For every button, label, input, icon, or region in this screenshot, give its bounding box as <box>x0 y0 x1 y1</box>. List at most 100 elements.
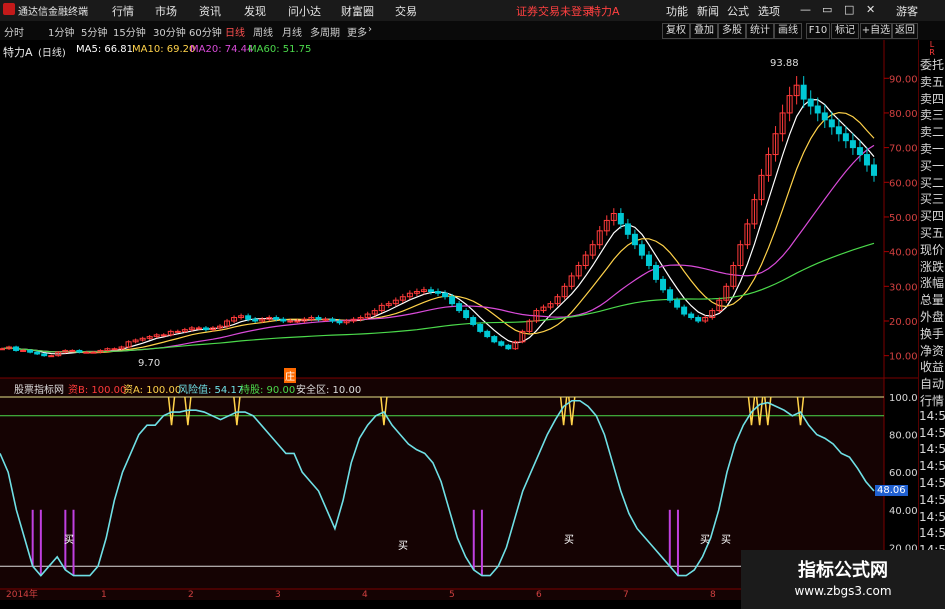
btn-restore-rights[interactable]: 复权 <box>662 23 690 39</box>
btn-news[interactable]: 新闻 <box>697 3 719 19</box>
tab-60min[interactable]: 60分钟 <box>189 24 222 39</box>
side-panel-item[interactable]: 买四 <box>919 207 945 224</box>
watermark: 指标公式网 www.zbgs3.com <box>741 550 945 609</box>
tab-more[interactable]: 更多 <box>347 24 367 39</box>
tab-15min[interactable]: 15分钟 <box>113 24 146 39</box>
side-panel-item[interactable]: 14:50 <box>919 442 945 459</box>
side-panel-item[interactable]: 买二 <box>919 174 945 191</box>
side-panel-item[interactable]: 换手 <box>919 325 945 342</box>
candle-body <box>90 351 97 354</box>
tab-monthly[interactable]: 月线 <box>282 24 302 39</box>
ind-y-tick-label: 40.00 <box>889 506 918 517</box>
candle-body <box>688 313 695 319</box>
tab-daily[interactable]: 日线 <box>225 24 245 39</box>
candle-body <box>252 318 259 322</box>
candle-body <box>463 310 470 319</box>
candle-body <box>111 348 118 351</box>
btn-guest[interactable]: 游客 <box>896 3 918 19</box>
menu-discover[interactable]: 发现 <box>244 3 266 19</box>
indicator-safe: 安全区: 10.00 <box>296 385 362 396</box>
menu-quotes[interactable]: 行情 <box>112 3 134 19</box>
candle-body <box>202 327 209 331</box>
tab-5min[interactable]: 5分钟 <box>81 24 107 39</box>
tab-multi[interactable]: 多周期 <box>310 24 340 39</box>
ma5-label: MA5: 66.81 <box>76 44 134 55</box>
side-panel-item[interactable]: 卖五 <box>919 73 945 90</box>
restore-icon[interactable]: ▭ <box>822 3 832 16</box>
minimize-icon[interactable]: — <box>800 3 811 16</box>
low-price-label: 9.70 <box>138 358 161 369</box>
watermark-url: www.zbgs3.com <box>794 584 892 598</box>
login-status[interactable]: 证券交易未登录 <box>516 3 593 19</box>
side-panel-item[interactable]: 买一 <box>919 157 945 174</box>
candle-body <box>617 213 624 225</box>
side-panel-item[interactable]: 现价 <box>919 241 945 258</box>
side-panel-item[interactable]: 14:50 <box>919 459 945 476</box>
side-panel-item[interactable]: 外盘 <box>919 308 945 325</box>
side-panel-item[interactable]: 净资 <box>919 342 945 359</box>
indicator-current: 48.06 <box>875 485 908 496</box>
candle-body <box>442 292 449 298</box>
side-panel-item[interactable]: 14:50 <box>919 526 945 543</box>
candle-body <box>315 317 322 320</box>
y-tick-label: 70.00 <box>889 144 918 155</box>
btn-f10[interactable]: F10 <box>806 23 830 39</box>
candle-body <box>681 306 688 315</box>
chevron-right-icon[interactable]: › <box>368 24 372 35</box>
tab-1min[interactable]: 1分钟 <box>48 24 74 39</box>
side-panel-item[interactable]: R <box>919 48 945 57</box>
candle-body <box>470 317 477 325</box>
maximize-icon[interactable]: □ <box>844 3 854 16</box>
indicator-name: 股票指标网 <box>14 385 64 396</box>
menu-ask[interactable]: 问小达 <box>288 3 321 19</box>
side-panel-item[interactable]: 14:50 <box>919 409 945 426</box>
candle-body <box>477 323 484 332</box>
btn-function[interactable]: 功能 <box>666 3 688 19</box>
side-panel-item[interactable]: 卖四 <box>919 90 945 107</box>
side-panel-item[interactable]: 自动 <box>919 375 945 392</box>
side-panel-item[interactable]: 涨跌 <box>919 258 945 275</box>
btn-statistics[interactable]: 统计 <box>746 23 774 39</box>
side-panel-item[interactable]: 卖二 <box>919 123 945 140</box>
tab-30min[interactable]: 30分钟 <box>153 24 186 39</box>
btn-formula[interactable]: 公式 <box>727 3 749 19</box>
menu-wealth[interactable]: 财富圈 <box>341 3 374 19</box>
btn-options[interactable]: 选项 <box>758 3 780 19</box>
side-panel-item[interactable]: 总量 <box>919 291 945 308</box>
stock-chart[interactable]: 90.00 80.00 70.00 60.00 50.00 40.00 30.00 20.00… <box>0 40 918 600</box>
candle-body <box>13 346 20 351</box>
side-panel-item[interactable]: L <box>919 40 945 49</box>
tab-timeshare[interactable]: 分时 <box>4 24 24 39</box>
x-tick-label: 4 <box>362 590 368 600</box>
menu-info[interactable]: 资讯 <box>199 3 221 19</box>
side-panel-item[interactable]: 行情 <box>919 392 945 409</box>
side-panel-item[interactable]: 涨幅 <box>919 274 945 291</box>
tab-weekly[interactable]: 周线 <box>253 24 273 39</box>
y-tick-label: 50.00 <box>889 213 918 224</box>
menu-bar: 通达信金融终端 行情 市场 资讯 发现 问小达 财富圈 交易 证券交易未登录 特… <box>0 0 945 22</box>
menu-trade[interactable]: 交易 <box>395 3 417 19</box>
side-panel-item[interactable]: 14:50 <box>919 493 945 510</box>
indicator-risk: 风险值: 54.17 <box>178 385 244 396</box>
close-icon[interactable]: ✕ <box>866 3 875 16</box>
side-panel-item[interactable]: 14:50 <box>919 476 945 493</box>
side-panel-item[interactable]: 委托 <box>919 56 945 73</box>
side-panel-item[interactable]: 买三 <box>919 190 945 207</box>
x-tick-label: 3 <box>275 590 281 600</box>
period-toolbar: 分时 1分钟 5分钟 15分钟 30分钟 60分钟 日线 周线 月线 多周期 更… <box>0 21 945 41</box>
btn-mark[interactable]: 标记 <box>831 23 859 39</box>
btn-add-watchlist[interactable]: +自选 <box>860 23 892 39</box>
side-panel-item[interactable]: 14:50 <box>919 426 945 443</box>
side-panel-item[interactable]: 卖一 <box>919 140 945 157</box>
menu-market[interactable]: 市场 <box>155 3 177 19</box>
candle-body <box>484 330 491 338</box>
candle-body <box>160 334 167 337</box>
btn-draw-line[interactable]: 画线 <box>774 23 802 39</box>
side-panel-item[interactable]: 卖三 <box>919 106 945 123</box>
btn-back[interactable]: 返回 <box>892 23 918 39</box>
side-panel-item[interactable]: 买五 <box>919 224 945 241</box>
btn-multi-stock[interactable]: 多股 <box>718 23 746 39</box>
side-panel-item[interactable]: 收益 <box>919 358 945 375</box>
side-panel-item[interactable]: 14:50 <box>919 510 945 527</box>
btn-overlay[interactable]: 叠加 <box>690 23 718 39</box>
